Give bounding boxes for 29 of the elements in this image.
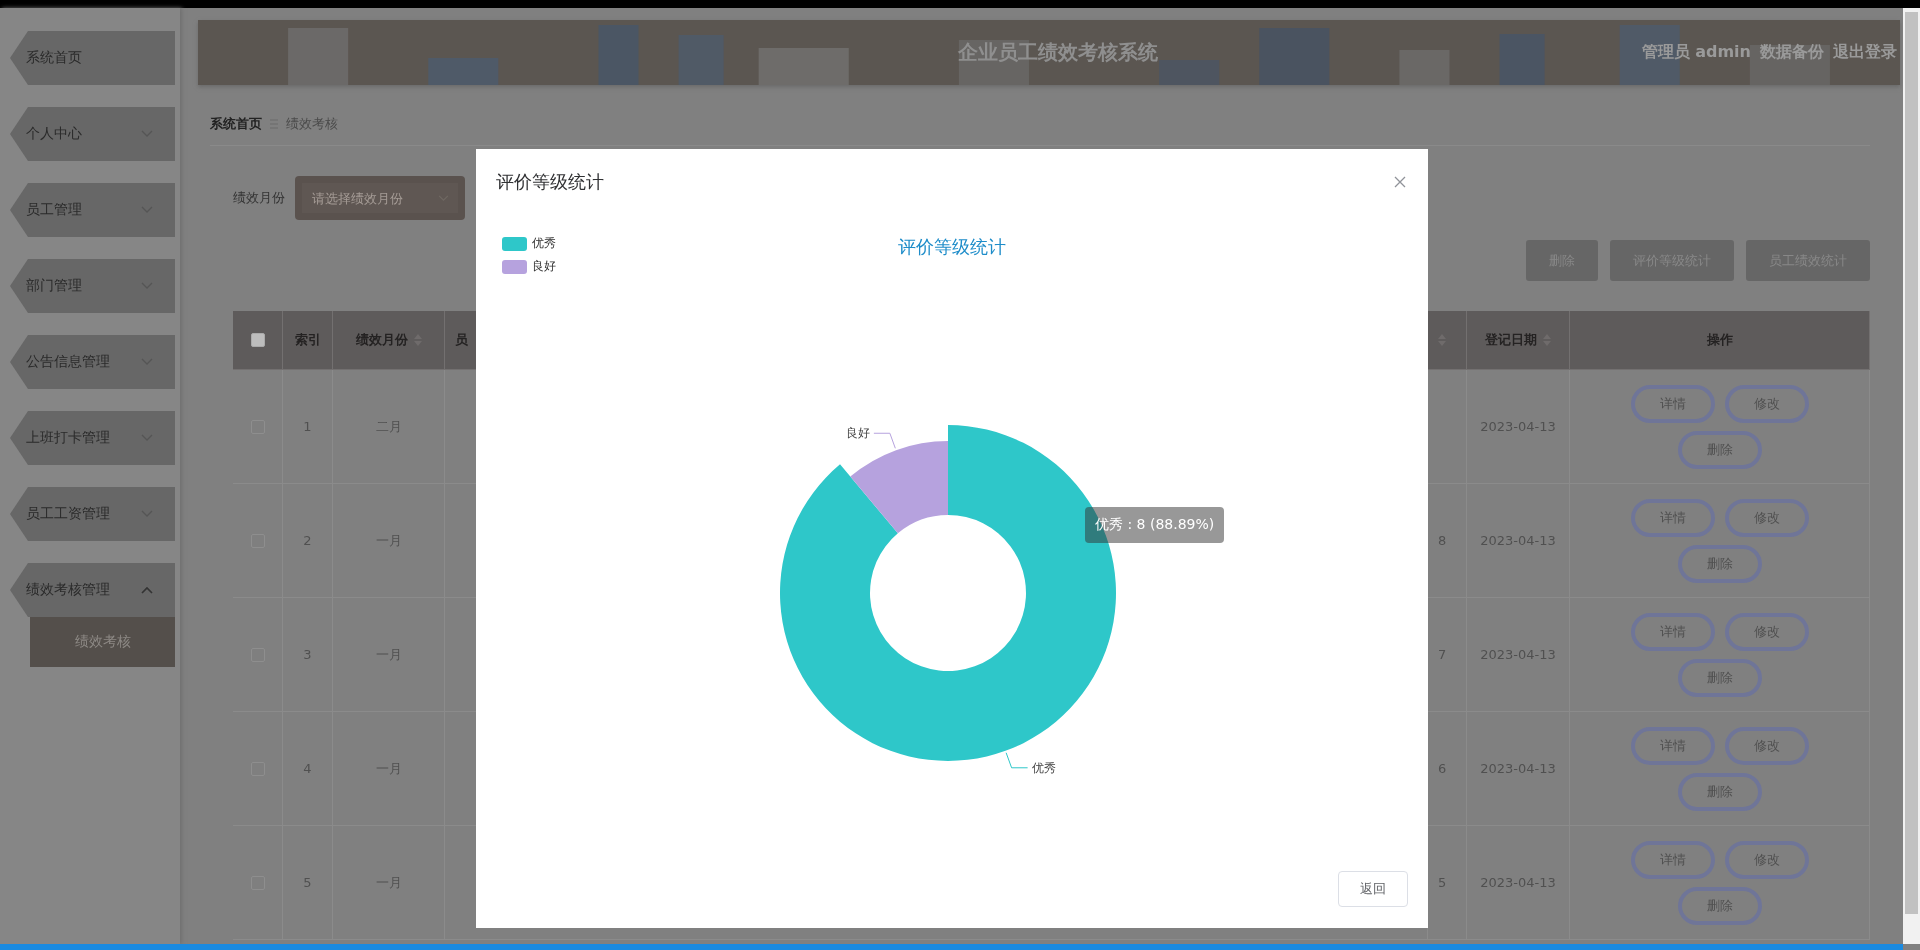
column-header: 绩效月份 xyxy=(355,331,408,349)
slice-label: 良好 xyxy=(845,426,870,441)
slice-label: 优秀 xyxy=(1031,760,1056,775)
column-header: 员 xyxy=(455,331,468,349)
column-header: 操作 xyxy=(1706,331,1733,349)
checkbox[interactable] xyxy=(250,333,265,347)
leader-line xyxy=(873,432,896,449)
user-label: 管理员 admin xyxy=(1641,42,1751,63)
scrollbar[interactable] xyxy=(1903,8,1920,944)
column-header: 登记日期 xyxy=(1485,331,1537,349)
dialog-title: 评价等级统计 xyxy=(496,170,604,194)
column-header: 索引 xyxy=(294,331,321,349)
donut-slice[interactable] xyxy=(850,441,948,534)
breadcrumb-link[interactable]: 系统首页 xyxy=(210,115,262,133)
chart-title: 评价等级统计 xyxy=(897,235,1007,259)
legend-label[interactable]: 优秀 xyxy=(532,235,556,252)
sidebar-subitem[interactable]: 绩效考核 xyxy=(30,617,175,667)
header-link[interactable]: 数据备份 xyxy=(1760,42,1824,63)
leader-line xyxy=(1005,752,1029,769)
legend-label[interactable]: 良好 xyxy=(532,258,556,275)
sidebar-item[interactable]: 个人中心 xyxy=(10,107,175,161)
close-icon[interactable] xyxy=(1394,176,1406,188)
header-link[interactable]: 退出登录 xyxy=(1833,42,1897,63)
legend-swatch[interactable] xyxy=(502,259,527,274)
sidebar-item[interactable]: 系统首页 xyxy=(10,31,175,85)
month-select[interactable]: 请选择绩效月份 xyxy=(295,176,465,220)
legend-swatch[interactable] xyxy=(502,236,527,251)
filter-label: 绩效月份 xyxy=(233,189,285,207)
back-button[interactable]: 返回 xyxy=(1338,870,1408,907)
